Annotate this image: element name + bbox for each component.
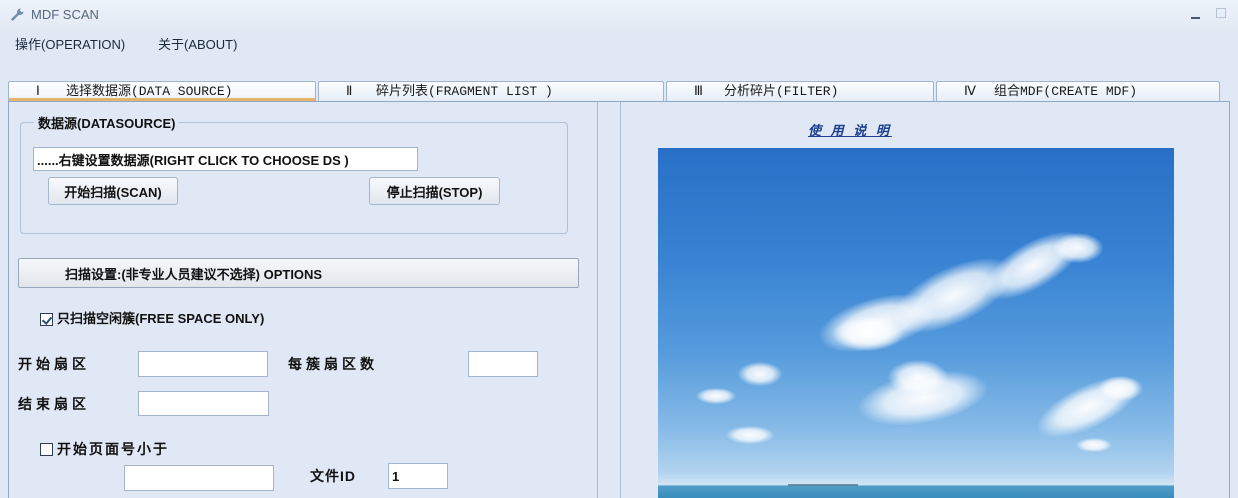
- cloud: [1076, 438, 1112, 452]
- wrench-icon: [11, 8, 24, 21]
- sectors-per-cluster-label: 每簇扇区数: [288, 356, 378, 372]
- splitter-left-edge[interactable]: [597, 102, 598, 498]
- tab-label: 组合MDF(CREATE MDF): [994, 84, 1138, 99]
- end-sector-label: 结束扇区: [18, 396, 90, 412]
- tab-label: 选择数据源(DATA SOURCE): [66, 84, 233, 99]
- start-page-less-than-label: 开始页面号小于: [57, 441, 169, 457]
- start-sector-label: 开始扇区: [18, 356, 90, 372]
- app-window: MDF SCAN 操作(OPERATION) 关于(ABOUT) Ⅰ 选择数据源…: [0, 0, 1238, 498]
- datasource-group-label: 数据源(DATASOURCE): [34, 116, 180, 132]
- title-bar: [0, 0, 1238, 32]
- menu-about[interactable]: 关于(ABOUT): [158, 36, 237, 53]
- file-id-input[interactable]: [388, 463, 448, 489]
- file-id-label: 文件ID: [310, 468, 356, 484]
- splitter-right-edge[interactable]: [620, 102, 621, 498]
- end-sector-input[interactable]: [138, 391, 269, 416]
- maximize-icon[interactable]: [1216, 8, 1226, 18]
- tab-fragment-list[interactable]: Ⅱ 碎片列表(FRAGMENT LIST ): [318, 81, 664, 101]
- tab-create-mdf[interactable]: Ⅳ 组合MDF(CREATE MDF): [936, 81, 1220, 101]
- cloud: [888, 360, 948, 395]
- sky-image: [658, 148, 1174, 498]
- start-page-input[interactable]: [124, 465, 274, 491]
- menu-operation[interactable]: 操作(OPERATION): [15, 36, 125, 53]
- minimize-icon[interactable]: [1191, 17, 1200, 19]
- scan-options-button[interactable]: 扫描设置:(非专业人员建议不选择) OPTIONS: [18, 258, 579, 288]
- cloud: [696, 388, 736, 404]
- tab-numeral: Ⅲ: [694, 84, 703, 99]
- cloud: [738, 362, 782, 386]
- cloud: [1098, 376, 1143, 401]
- free-space-only-box[interactable]: [40, 312, 53, 326]
- datasource-input[interactable]: [33, 147, 418, 171]
- window-title: MDF SCAN: [31, 7, 99, 22]
- cloud: [726, 426, 774, 444]
- tab-numeral: Ⅳ: [964, 84, 976, 99]
- stop-button[interactable]: 停止扫描(STOP): [369, 177, 500, 205]
- tab-numeral: Ⅰ: [36, 84, 40, 99]
- start-page-less-than-checkbox[interactable]: 开始页面号小于: [40, 441, 169, 457]
- tab-filter[interactable]: Ⅲ 分析碎片(FILTER): [666, 81, 934, 101]
- scan-button[interactable]: 开始扫描(SCAN): [48, 177, 178, 205]
- tab-label: 分析碎片(FILTER): [724, 84, 839, 99]
- start-sector-input[interactable]: [138, 351, 268, 377]
- help-link[interactable]: 使 用 说 明: [808, 120, 892, 139]
- start-page-less-than-box[interactable]: [40, 442, 53, 456]
- tab-numeral: Ⅱ: [346, 84, 353, 99]
- tab-data-source[interactable]: Ⅰ 选择数据源(DATA SOURCE): [8, 81, 316, 101]
- cloud: [1053, 233, 1103, 263]
- free-space-only-checkbox[interactable]: 只扫描空闲簇(FREE SPACE ONLY): [40, 311, 264, 327]
- tab-label: 碎片列表(FRAGMENT LIST ): [376, 84, 553, 99]
- island: [788, 484, 858, 486]
- sectors-per-cluster-input[interactable]: [468, 351, 538, 377]
- free-space-only-label: 只扫描空闲簇(FREE SPACE ONLY): [57, 311, 265, 326]
